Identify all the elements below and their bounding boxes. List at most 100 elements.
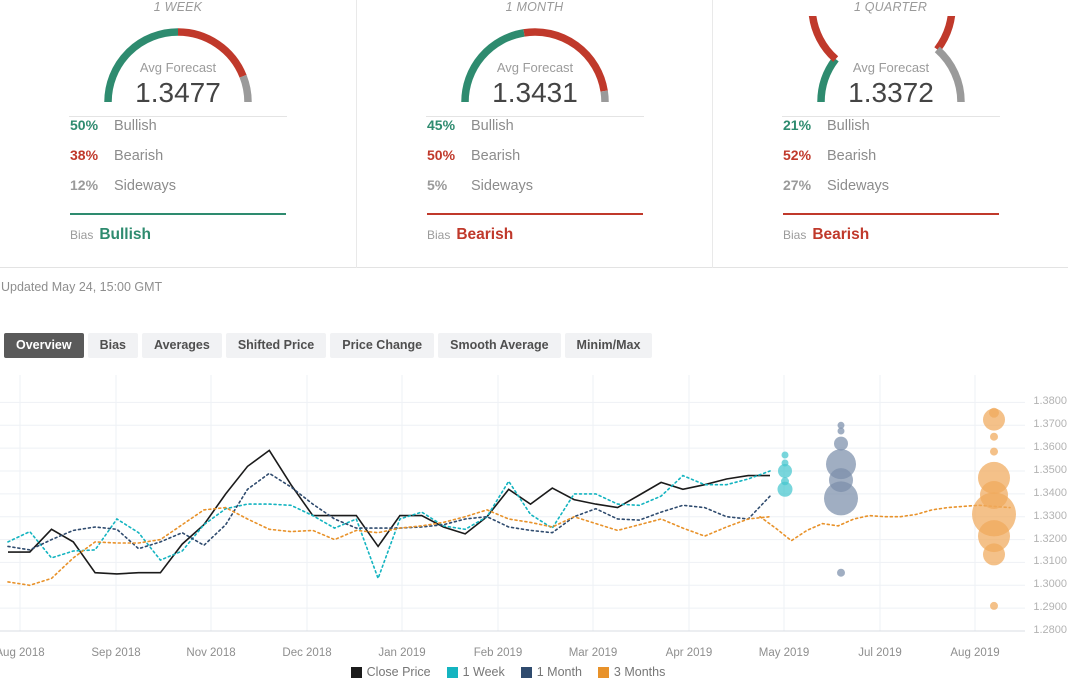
forecast-card-title: 1 QUARTER [713, 0, 1068, 16]
bias-value: Bullish [99, 226, 151, 244]
bias-value: Bearish [812, 226, 869, 244]
tab-overview[interactable]: Overview [4, 333, 84, 358]
forecast-gauge: Avg Forecast 1.3477 [0, 16, 356, 108]
legend-label: Close Price [367, 665, 431, 679]
chart-tab-bar: OverviewBiasAveragesShifted PricePrice C… [4, 333, 652, 358]
x-axis-tick: Jan 2019 [378, 647, 425, 659]
bullish-label: Bullish [827, 118, 870, 134]
legend-item[interactable]: Close Price [351, 665, 431, 679]
bullish-percent: 45% [427, 117, 471, 133]
chart-gridlines [0, 375, 1025, 631]
avg-forecast-value: 1.3431 [357, 77, 713, 109]
legend-item[interactable]: 3 Months [598, 665, 665, 679]
stat-row-bearish: 52% Bearish [783, 147, 999, 177]
sideways-label: Sideways [827, 178, 889, 194]
forecast-card: 1 QUARTER Avg Forecast 1.3372 21% Bullis… [712, 0, 1068, 268]
avg-forecast-label: Avg Forecast [357, 60, 713, 76]
y-axis-tick: 1.3300 [1026, 511, 1068, 522]
forecast-chart: 1.38001.37001.36001.35001.34001.33001.32… [0, 375, 1068, 679]
sideways-percent: 5% [427, 177, 471, 193]
sentiment-stats: 45% Bullish 50% Bearish 5% Sideways Bias… [357, 116, 713, 244]
tab-bias[interactable]: Bias [88, 333, 138, 358]
tab-smooth-average[interactable]: Smooth Average [438, 333, 560, 358]
bias-row: Bias Bullish [70, 226, 286, 244]
bias-row: Bias Bearish [427, 226, 643, 244]
y-axis-tick: 1.3400 [1026, 488, 1068, 499]
sentiment-stats: 21% Bullish 52% Bearish 27% Sideways Bia… [713, 116, 1068, 244]
legend-swatch-icon [351, 667, 362, 678]
gauge-center-readout: Avg Forecast 1.3372 [713, 60, 1068, 109]
x-axis-tick: Aug 2019 [950, 647, 999, 659]
tab-shifted-price[interactable]: Shifted Price [226, 333, 326, 358]
bias-caption: Bias [70, 228, 93, 242]
bearish-percent: 38% [70, 147, 114, 163]
stat-row-bullish: 45% Bullish [427, 117, 643, 147]
bearish-percent: 50% [427, 147, 471, 163]
forecast-card-title: 1 WEEK [0, 0, 356, 16]
bearish-label: Bearish [471, 148, 520, 164]
x-axis-tick: Nov 2018 [186, 647, 235, 659]
tab-price-change[interactable]: Price Change [330, 333, 434, 358]
legend-label: 1 Month [537, 665, 582, 679]
gauge-center-readout: Avg Forecast 1.3477 [0, 60, 356, 109]
x-axis-tick: May 2019 [759, 647, 810, 659]
stat-row-sideways: 12% Sideways [70, 177, 286, 207]
bias-underline [783, 213, 999, 215]
avg-forecast-label: Avg Forecast [713, 60, 1068, 76]
forecast-gauge: Avg Forecast 1.3372 [713, 16, 1068, 108]
chart-svg [0, 375, 1025, 640]
y-axis-tick: 1.2800 [1026, 625, 1068, 636]
avg-forecast-value: 1.3477 [0, 77, 356, 109]
bias-underline [70, 213, 286, 215]
legend-swatch-icon [521, 667, 532, 678]
chart-forecast-bubbles [778, 408, 1017, 610]
bullish-percent: 21% [783, 117, 827, 133]
bearish-label: Bearish [827, 148, 876, 164]
sideways-percent: 27% [783, 177, 827, 193]
x-axis-tick: Apr 2019 [666, 647, 713, 659]
forecast-dashboard: 1 WEEK Avg Forecast 1.3477 50% Bullish 3… [0, 0, 1068, 679]
y-axis-tick: 1.3000 [1026, 579, 1068, 590]
forecast-card: 1 WEEK Avg Forecast 1.3477 50% Bullish 3… [0, 0, 356, 268]
sideways-label: Sideways [114, 178, 176, 194]
y-axis-tick: 1.3500 [1026, 465, 1068, 476]
y-axis-tick: 1.3800 [1026, 396, 1068, 407]
tab-averages[interactable]: Averages [142, 333, 222, 358]
y-axis-tick: 1.3100 [1026, 556, 1068, 567]
stat-row-sideways: 27% Sideways [783, 177, 999, 207]
bullish-label: Bullish [471, 118, 514, 134]
sentiment-stats: 50% Bullish 38% Bearish 12% Sideways Bia… [0, 116, 356, 244]
bias-underline [427, 213, 643, 215]
y-axis-tick: 1.3600 [1026, 442, 1068, 453]
chart-y-axis: 1.38001.37001.36001.35001.34001.33001.32… [1026, 375, 1068, 640]
x-axis-tick: Aug 2018 [0, 647, 45, 659]
bias-value: Bearish [456, 226, 513, 244]
forecast-gauge: Avg Forecast 1.3431 [357, 16, 713, 108]
avg-forecast-value: 1.3372 [713, 77, 1068, 109]
updated-timestamp: Updated May 24, 15:00 GMT [0, 280, 162, 294]
x-axis-tick: Mar 2019 [569, 647, 618, 659]
stat-row-bullish: 50% Bullish [70, 117, 286, 147]
bullish-percent: 50% [70, 117, 114, 133]
y-axis-tick: 1.3200 [1026, 534, 1068, 545]
x-axis-tick: Feb 2019 [474, 647, 523, 659]
legend-item[interactable]: 1 Month [521, 665, 582, 679]
legend-swatch-icon [447, 667, 458, 678]
forecast-card: 1 MONTH Avg Forecast 1.3431 45% Bullish … [356, 0, 712, 268]
bias-caption: Bias [783, 228, 806, 242]
tab-minim-max[interactable]: Minim/Max [565, 333, 653, 358]
bias-caption: Bias [427, 228, 450, 242]
stat-row-sideways: 5% Sideways [427, 177, 643, 207]
x-axis-tick: Sep 2018 [91, 647, 140, 659]
legend-item[interactable]: 1 Week [447, 665, 505, 679]
stat-row-bullish: 21% Bullish [783, 117, 999, 147]
stat-row-bearish: 38% Bearish [70, 147, 286, 177]
chart-plot-area [0, 375, 1025, 640]
chart-legend: Close Price 1 Week 1 Month 3 Months [0, 665, 1025, 679]
bullish-label: Bullish [114, 118, 157, 134]
legend-label: 1 Week [463, 665, 505, 679]
legend-label: 3 Months [614, 665, 665, 679]
sideways-percent: 12% [70, 177, 114, 193]
bearish-percent: 52% [783, 147, 827, 163]
x-axis-tick: Dec 2018 [282, 647, 331, 659]
